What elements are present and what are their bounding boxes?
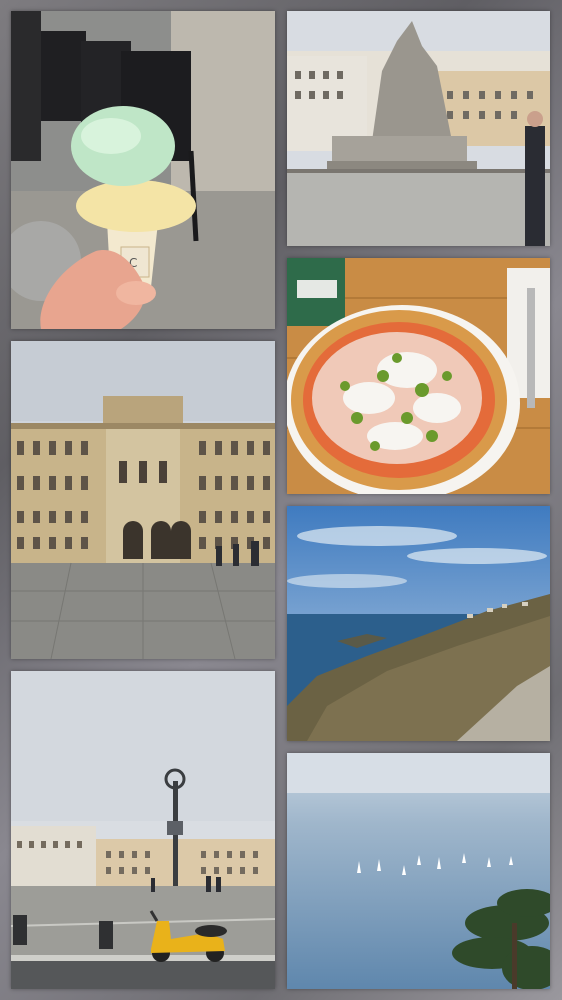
- photo-collage: { "collage": { "tiles": [ {"id":"gelato-…: [0, 0, 562, 1000]
- photo-coastal-view: [287, 506, 550, 741]
- photo-fountain-square: [287, 11, 550, 246]
- photo-gelato-cone: C: [11, 11, 275, 329]
- photo-pizza: [287, 258, 550, 494]
- photo-sea-sailboats: [287, 753, 550, 989]
- photo-government-palace: [11, 341, 275, 659]
- photo-square-scooter: [11, 671, 275, 989]
